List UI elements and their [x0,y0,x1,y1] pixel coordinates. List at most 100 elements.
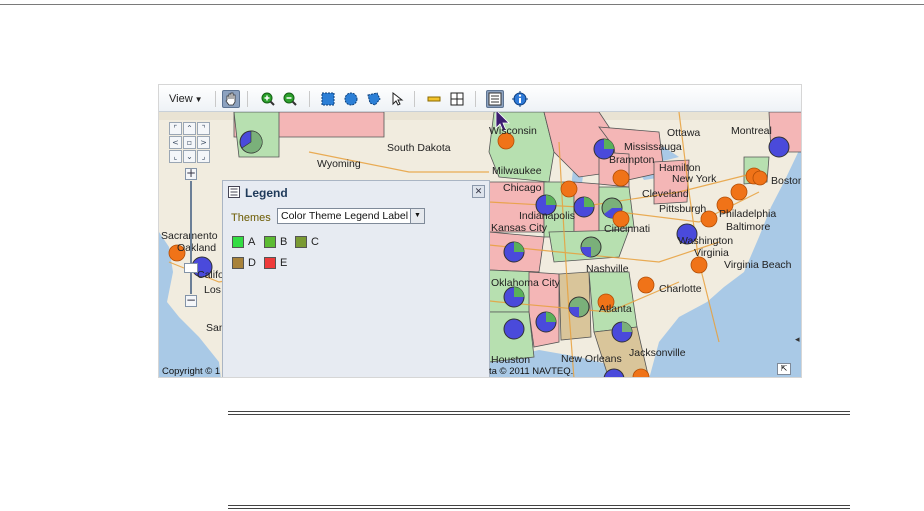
toolbar-separator [215,91,216,107]
pan-north-button[interactable]: ⌃ [183,122,196,135]
map-label: Virginia Beach [724,259,792,271]
zoom-in-icon [261,92,275,106]
pan-south-west-button[interactable]: ⌞ [169,150,182,163]
legend-item: B [264,236,287,248]
zoom-in-button[interactable] [259,90,277,108]
map-label: New Orleans [561,353,622,365]
rectangle-select-button[interactable] [319,90,337,108]
overview-toggle-button[interactable]: ⇱ [777,363,791,375]
legend-item: E [264,257,287,269]
map-label: Cleveland [642,188,689,200]
grid-icon [450,92,464,106]
info-icon [512,91,528,107]
map-label: Indianapolis [519,210,576,222]
map-label: Wyoming [317,158,361,170]
pan-south-button[interactable]: ⌄ [183,150,196,163]
legend-item: A [232,236,255,248]
map-label: Houston [491,354,531,366]
circle-select-button[interactable] [342,90,360,108]
polygon-select-icon [367,92,381,106]
themes-select-value: Color Theme Legend Label [281,210,409,222]
collapse-arrow-icon[interactable]: ◂ [795,335,801,353]
legend-icon [228,186,240,198]
pan-button[interactable] [222,90,240,108]
legend-item-label: C [311,236,319,248]
pan-south-east-button[interactable]: ⌟ [197,150,210,163]
view-menu[interactable]: View ▼ [169,93,203,105]
zoom-out-slider-button[interactable]: − [185,294,197,307]
pointer-button[interactable] [388,90,406,108]
legend-item: C [295,236,319,248]
map-label: Jacksonville [629,347,686,359]
info-button[interactable] [511,90,529,108]
map-label: Atlanta [599,303,632,315]
toolbar-separator [475,91,476,107]
map-label: Kansas City [491,222,548,234]
map-label: Mississauga [624,141,682,153]
pan-control: ⌜ ⌃ ⌝ < ▫ > ⌞ ⌄ ⌟ [169,122,213,166]
map-label: Oakland [177,242,217,254]
map-label: Washington [678,235,734,247]
polygon-select-button[interactable] [365,90,383,108]
copyright-text: ta © 2011 NAVTEQ. [489,366,574,377]
legend-item-label: D [248,257,256,269]
pan-west-button[interactable]: < [169,136,182,149]
map-label: Charlotte [659,283,702,295]
map-label: Los [204,284,221,296]
view-menu-label: View [169,93,193,105]
legend-swatch [232,257,244,269]
pan-center-button[interactable]: ▫ [183,136,196,149]
legend-swatch [232,236,244,248]
zoom-slider-thumb[interactable] [184,263,198,273]
note-rule [228,414,850,415]
legend-header: Legend ✕ [223,181,489,203]
chevron-down-icon[interactable]: ▼ [410,209,424,223]
pan-icon [225,92,236,106]
themes-select[interactable]: Color Theme Legend Label ▼ [277,208,425,224]
top-rule [0,4,924,5]
map-label: Cincinnati [604,223,651,235]
distance-button[interactable] [425,90,443,108]
themes-label: Themes [231,212,271,224]
map-label: Oklahoma City [491,277,560,289]
legend-item-label: A [248,236,256,248]
pan-east-button[interactable]: > [197,136,210,149]
map-label: Pittsburgh [659,203,707,215]
legend-swatch [264,257,276,269]
copyright-text: Copyright © 1 [162,366,221,377]
legend-item: D [232,257,256,269]
legend-title: Legend [245,186,288,200]
rectangle-select-icon [321,92,335,106]
legend-swatch [264,236,276,248]
legend-button[interactable] [486,90,504,108]
map-label: Boston [771,175,802,187]
pan-north-west-button[interactable]: ⌜ [169,122,182,135]
toolbar-separator [309,91,310,107]
map-label: Wisconsin [489,125,537,137]
grid-button[interactable] [448,90,466,108]
map-label: Montreal [731,125,772,137]
pan-north-east-button[interactable]: ⌝ [197,122,210,135]
map-label: South Dakota [387,142,451,154]
map-label: Philadelphia [719,208,777,220]
close-icon[interactable]: ✕ [472,185,485,198]
map-label: Nashville [586,263,629,275]
map-label: New York [672,173,717,185]
zoom-in-slider-button[interactable]: + [185,167,197,180]
note-rule [228,411,850,412]
circle-select-icon [344,92,358,106]
note-rule [228,508,850,509]
note-rule [228,505,850,506]
legend-item-label: E [280,257,288,269]
legend-swatch [295,236,307,248]
zoom-slider-track[interactable] [190,181,192,294]
legend-icon [488,92,502,106]
zoom-out-button[interactable] [281,90,299,108]
map-viewer[interactable]: Wisconsin South Dakota Wyoming Milwaukee… [158,84,802,378]
legend-item-label: B [280,236,288,248]
zoom-out-icon [283,92,297,106]
map-label: Virginia [694,247,729,259]
map-label: Milwaukee [492,165,542,177]
map-label: Baltimore [726,221,771,233]
legend-panel: Legend ✕ Themes Color Theme Legend Label… [222,180,490,377]
